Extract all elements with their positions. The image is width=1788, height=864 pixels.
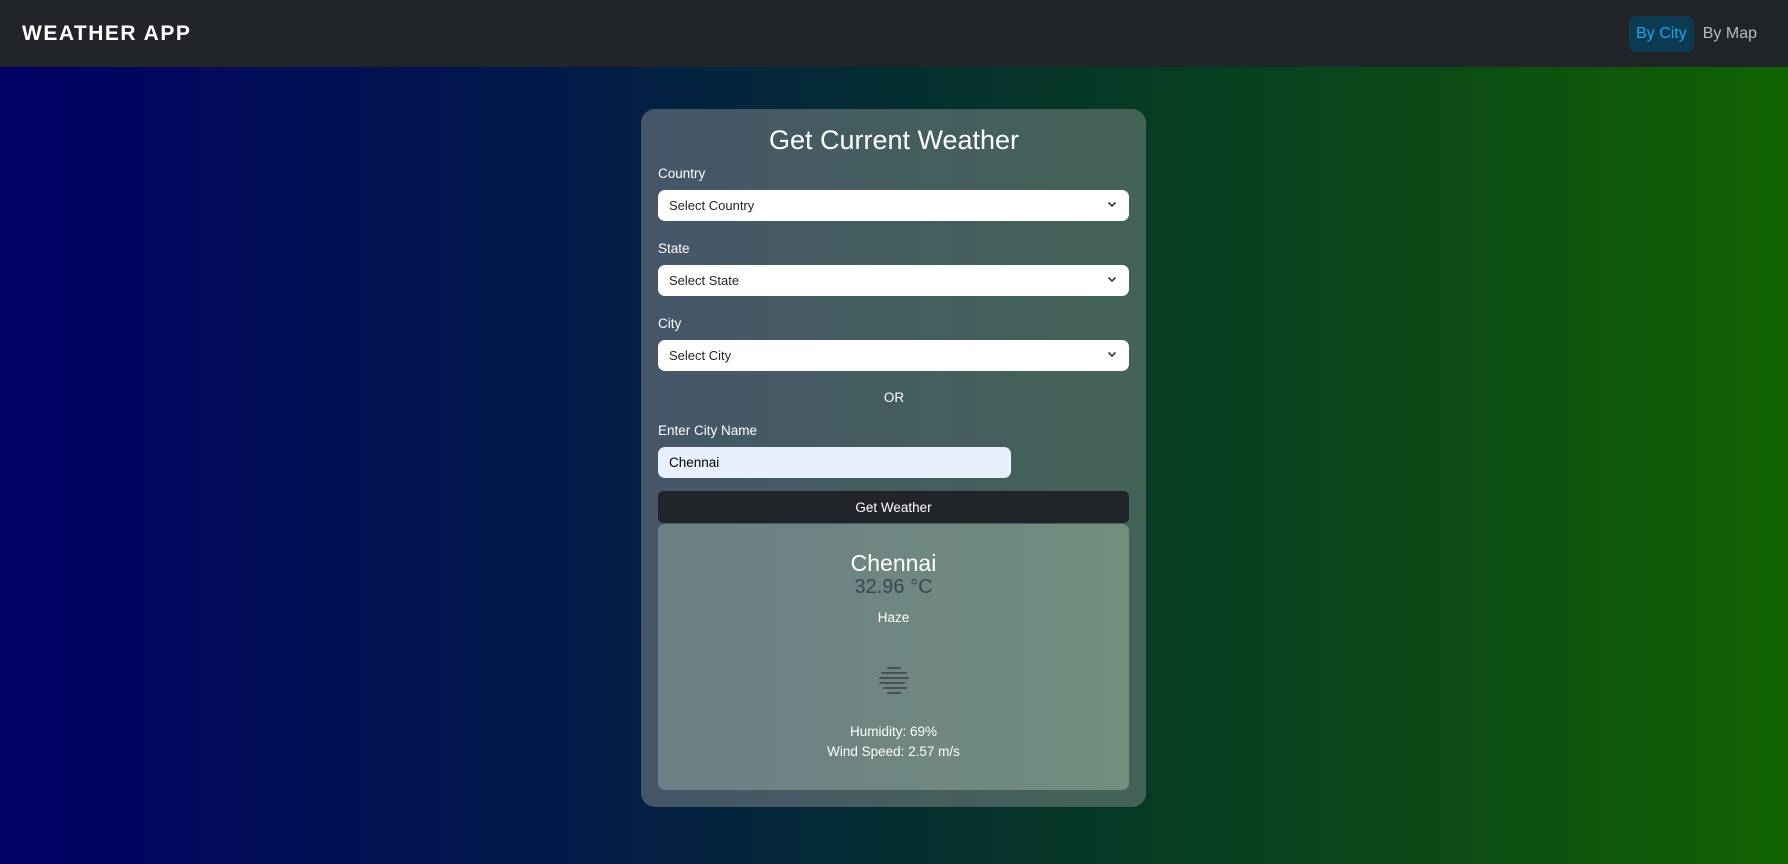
get-weather-button[interactable]: Get Weather — [658, 491, 1129, 523]
wind-speed-text: Wind Speed: 2.57 m/s — [827, 744, 960, 759]
state-select[interactable]: Select State — [658, 265, 1129, 296]
state-label: State — [658, 241, 690, 256]
result-description: Haze — [877, 610, 910, 625]
result-temperature: 32.96 °C — [854, 576, 933, 598]
country-label: Country — [658, 166, 706, 181]
result-city-name: Chennai — [850, 550, 937, 576]
weather-result-panel: Chennai 32.96 °C Haze Humidity: 69% Wind… — [658, 524, 1129, 790]
city-select[interactable]: Select City — [658, 340, 1129, 371]
or-divider-text: OR — [883, 390, 905, 405]
result-stats: Humidity: 69% Wind Speed: 2.57 m/s — [658, 722, 1129, 762]
app-brand[interactable]: WEATHER APP — [22, 22, 191, 46]
city-label: City — [658, 316, 682, 331]
city-name-label: Enter City Name — [658, 423, 758, 438]
country-select-value: Select Country — [669, 198, 755, 213]
state-select-value: Select State — [669, 273, 740, 288]
city-select-value: Select City — [669, 348, 732, 363]
chevron-down-icon — [1107, 276, 1117, 283]
nav-by-city[interactable]: By City — [1629, 15, 1694, 52]
form-title: Get Current Weather — [768, 125, 1020, 155]
navbar: WEATHER APP By City By Map — [0, 0, 1788, 67]
nav-by-map[interactable]: By Map — [1696, 16, 1764, 52]
humidity-text: Humidity: 69% — [849, 724, 938, 739]
country-select[interactable]: Select Country — [658, 190, 1129, 221]
nav-links: By City By Map — [1629, 15, 1764, 52]
city-name-input[interactable] — [658, 447, 1011, 478]
weather-form-card: Get Current Weather Country Select Count… — [641, 109, 1146, 807]
chevron-down-icon — [1107, 351, 1117, 358]
haze-icon — [878, 667, 909, 694]
chevron-down-icon — [1107, 201, 1117, 208]
